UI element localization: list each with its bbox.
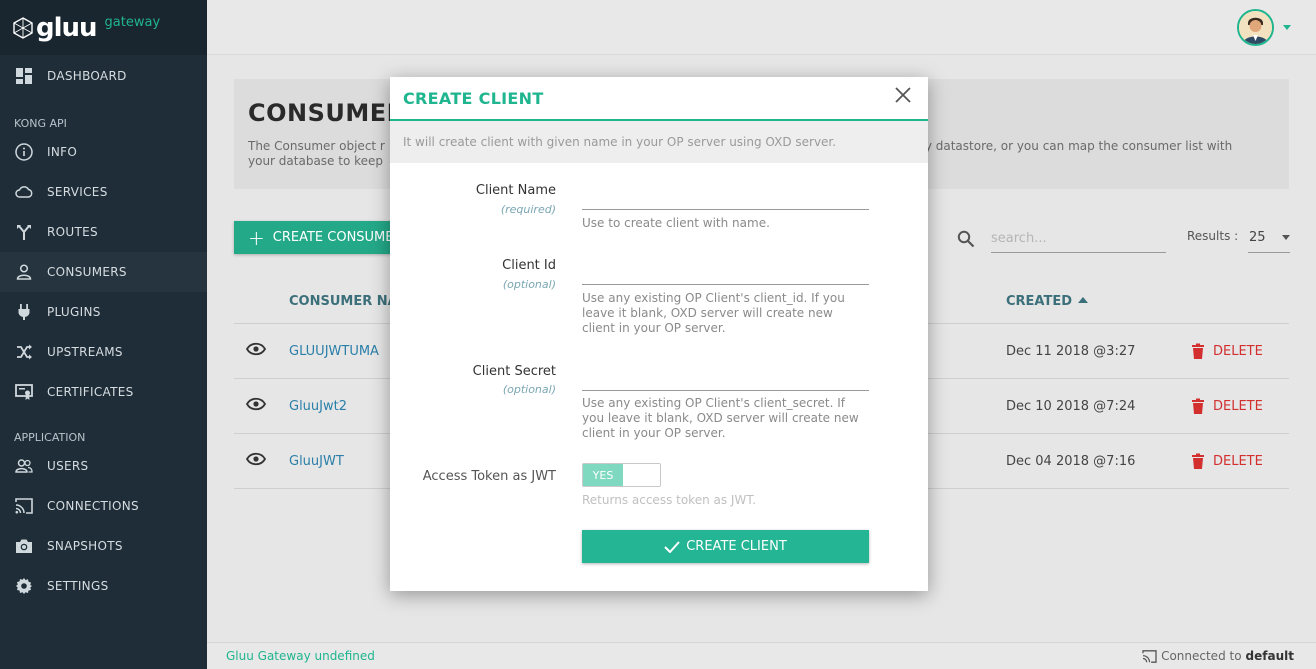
create-client-modal: CREATE CLIENT It will create client with… bbox=[390, 77, 928, 591]
client-secret-hint: Use any existing OP Client's client_secr… bbox=[582, 396, 859, 440]
modal-info: It will create client with given name in… bbox=[390, 121, 928, 163]
create-client-button[interactable]: CREATE CLIENT bbox=[582, 530, 869, 563]
check-icon bbox=[664, 540, 680, 553]
client-secret-sub: (optional) bbox=[502, 383, 556, 396]
client-id-hint: Use any existing OP Client's client_id. … bbox=[582, 291, 845, 335]
modal-title: CREATE CLIENT bbox=[403, 88, 544, 108]
client-id-field[interactable] bbox=[582, 259, 869, 285]
client-name-hint: Use to create client with name. bbox=[582, 216, 770, 230]
client-id-sub: (optional) bbox=[502, 278, 556, 291]
access-token-toggle[interactable]: YES bbox=[582, 463, 661, 487]
access-token-label: Access Token as JWT bbox=[422, 469, 556, 484]
client-secret-field[interactable] bbox=[582, 365, 869, 391]
client-name-field[interactable] bbox=[582, 184, 869, 210]
client-secret-label: Client Secret bbox=[472, 364, 556, 379]
toggle-on-state: YES bbox=[583, 464, 623, 486]
close-icon[interactable] bbox=[894, 86, 912, 104]
modal-header: CREATE CLIENT bbox=[390, 77, 928, 121]
access-token-hint: Returns access token as JWT. bbox=[582, 493, 757, 507]
client-name-sub: (required) bbox=[500, 203, 556, 216]
create-client-label: CREATE CLIENT bbox=[686, 539, 787, 554]
client-name-label: Client Name bbox=[475, 183, 556, 198]
client-id-label: Client Id bbox=[502, 258, 556, 273]
